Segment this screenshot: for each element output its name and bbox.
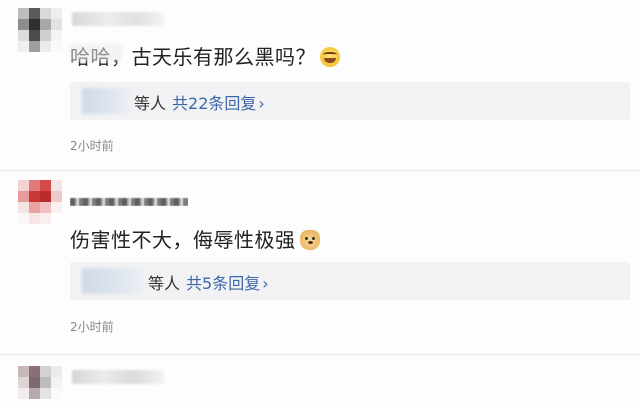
chevron-right-icon: › (258, 94, 265, 113)
avatar[interactable] (18, 366, 62, 408)
reply-users-blurred (82, 88, 132, 114)
username-blurred[interactable] (72, 12, 164, 26)
laugh-emoji-icon (320, 47, 340, 67)
reply-summary[interactable]: 等人 共22条回复 › (70, 82, 630, 120)
reply-count-link[interactable]: 共5条回复 (186, 274, 260, 293)
blurred-overlay (70, 44, 122, 62)
reply-users-blurred (82, 268, 146, 294)
comment-item (0, 358, 640, 408)
username-partial[interactable] (70, 192, 188, 206)
divider (0, 354, 640, 355)
comment-list: 哈哈，古天乐有那么黑吗？ 等人 共22条回复 › 2小时前 伤害性不大，侮辱性极… (0, 0, 640, 408)
username-blurred[interactable] (72, 370, 164, 384)
divider (0, 170, 640, 171)
avatar[interactable] (18, 8, 62, 52)
reply-count-link[interactable]: 共22条回复 (172, 94, 256, 113)
chevron-right-icon: › (262, 274, 269, 293)
comment-time: 2小时前 (70, 139, 114, 153)
comment-text: 伤害性不大，侮辱性极强 (70, 224, 320, 253)
comment-item: 伤害性不大，侮辱性极强 等人 共5条回复 › 2小时前 (0, 172, 640, 352)
reply-users-suffix: 等人 (148, 274, 181, 293)
reply-users-suffix: 等人 (134, 94, 167, 113)
comment-item: 哈哈，古天乐有那么黑吗？ 等人 共22条回复 › 2小时前 (0, 0, 640, 170)
reply-summary[interactable]: 等人 共5条回复 › (70, 262, 630, 300)
avatar[interactable] (18, 180, 62, 224)
comment-time: 2小时前 (70, 320, 114, 334)
doge-emoji-icon (299, 230, 320, 250)
